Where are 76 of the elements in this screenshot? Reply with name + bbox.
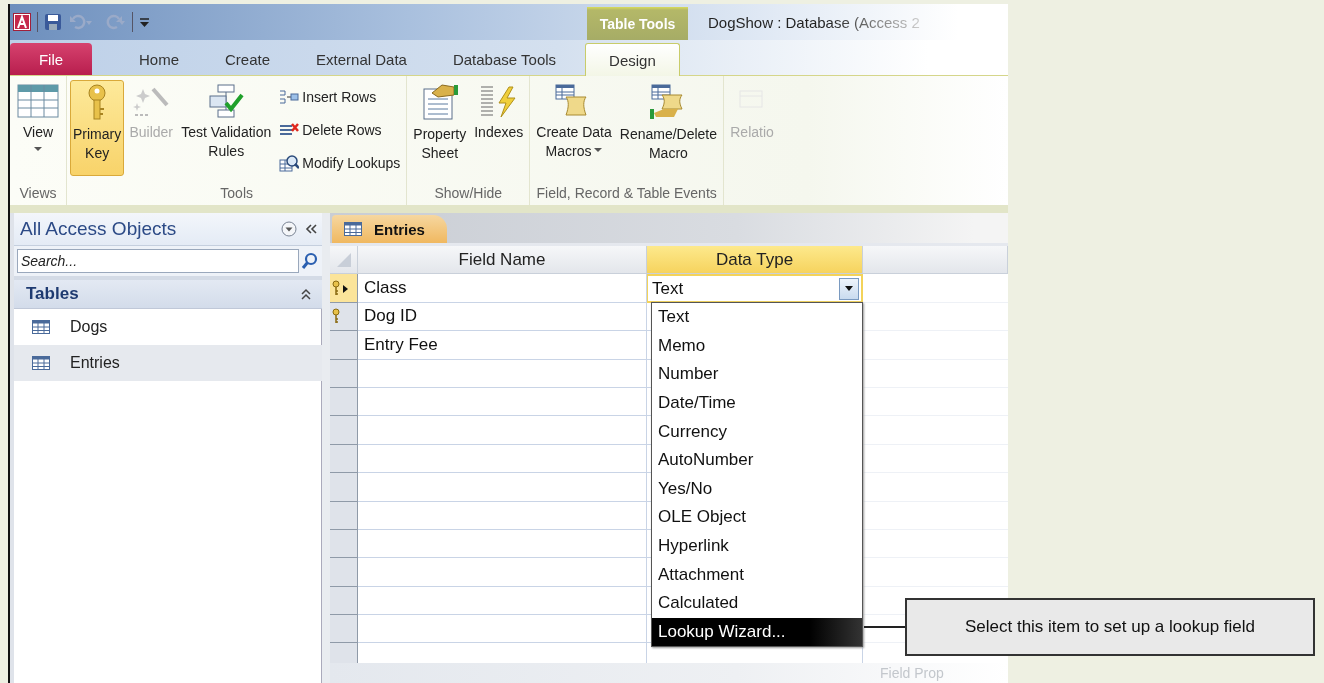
insert-rows-icon [279, 88, 300, 105]
document-tab[interactable]: Entries [332, 215, 447, 243]
dropdown-option[interactable]: OLE Object [652, 503, 862, 532]
dropdown-option[interactable]: Memo [652, 331, 862, 361]
customize-icon [139, 15, 150, 29]
ribbon-command[interactable]: Indexes [471, 80, 527, 176]
ribbon-command[interactable]: Delete Rows [276, 115, 404, 144]
dropdown-option[interactable]: Number [652, 360, 862, 389]
dropdown-arrow-icon [845, 286, 853, 292]
key-pointer-icon [332, 280, 348, 297]
table-icon [32, 356, 50, 370]
field-name-cell[interactable] [358, 529, 647, 559]
dropdown-option[interactable]: Attachment [652, 560, 862, 589]
field-name-cell[interactable] [358, 558, 647, 587]
ribbon-tab[interactable]: File [10, 43, 92, 75]
contextual-tab-label: Table Tools [587, 7, 688, 40]
ribbon-group-label: Tools [219, 184, 254, 203]
field-name-cell[interactable]: Dog ID [358, 302, 647, 332]
column-header[interactable] [863, 246, 1008, 274]
table-icon [344, 222, 362, 236]
dropdown-icon [281, 221, 297, 237]
callout: Select this item to set up a lookup field [905, 598, 1315, 656]
field-name-cell[interactable] [358, 501, 647, 530]
ribbon-command[interactable]: Insert Rows [276, 82, 404, 111]
save-icon [44, 13, 62, 31]
dropdown-option[interactable]: AutoNumber [652, 445, 862, 475]
field-name-cell[interactable] [358, 359, 647, 388]
ribbon-command[interactable]: Rename/Delete Macro [616, 80, 721, 176]
ribbon-tab[interactable]: Design [585, 43, 680, 76]
field-name-cell[interactable] [358, 473, 647, 502]
table-magnifier-icon [279, 153, 300, 172]
key-icon [332, 308, 340, 325]
app-logo-icon [13, 13, 31, 31]
ribbon-tab[interactable]: Create [202, 43, 294, 75]
leader-line [864, 626, 905, 628]
dropdown-option[interactable]: Lookup Wizard... [652, 617, 862, 647]
field-name-cell[interactable] [358, 387, 647, 417]
ribbon-command[interactable]: Property Sheet [410, 80, 470, 176]
field-name-cell[interactable] [358, 444, 647, 474]
search-field[interactable]: Search... [17, 249, 299, 273]
search-icon [301, 252, 318, 270]
table-item[interactable]: Entries [14, 345, 322, 381]
dropdown-option[interactable]: Currency [652, 417, 862, 446]
table-item[interactable]: Dogs [14, 309, 322, 345]
dropdown-option[interactable]: Calculated [652, 588, 862, 618]
select-all-icon [335, 251, 352, 268]
collapse-icon [304, 223, 318, 235]
row-selector[interactable] [330, 274, 358, 303]
data-type-field[interactable]: Text [647, 274, 863, 303]
ribbon-command[interactable]: Create Data Macros [533, 80, 615, 176]
field-name-cell[interactable] [358, 416, 647, 445]
field-name-cell[interactable]: Entry Fee [358, 331, 647, 360]
datasheet-icon [16, 83, 60, 119]
dropdown-option[interactable]: Text [652, 303, 862, 332]
ribbon-tab[interactable]: External Data [293, 43, 430, 75]
pane-title: All Access Objects [20, 218, 178, 240]
column-header[interactable]: Field Name [358, 246, 647, 274]
ribbon-command[interactable]: Modify Lookups [276, 148, 404, 177]
dropdown-option[interactable]: Date/Time [652, 388, 862, 418]
ribbon-tab[interactable]: Home [116, 43, 202, 75]
field-name-cell[interactable] [358, 586, 647, 616]
ribbon-group-label: Views [18, 184, 58, 203]
column-header[interactable]: Data Type [647, 246, 863, 274]
ribbon-group-label: Show/Hide [433, 184, 504, 203]
ribbon-tab[interactable]: Database Tools [429, 43, 580, 75]
delete-rows-icon [279, 121, 300, 138]
ribbon-command[interactable]: View [13, 80, 63, 176]
field-name-cell[interactable]: Class [358, 274, 647, 303]
field-name-cell[interactable] [358, 615, 647, 644]
ribbon-group-label: Field, Record & Table Events [535, 184, 718, 203]
table-icon [32, 320, 50, 334]
ribbon-command[interactable]: Primary Key [70, 80, 125, 176]
undo-icon [68, 13, 94, 31]
dropdown-option[interactable]: Yes/No [652, 474, 862, 504]
ribbon-command[interactable]: Test Validation Rules [178, 80, 275, 176]
dropdown-option[interactable]: Hyperlink [652, 531, 862, 561]
